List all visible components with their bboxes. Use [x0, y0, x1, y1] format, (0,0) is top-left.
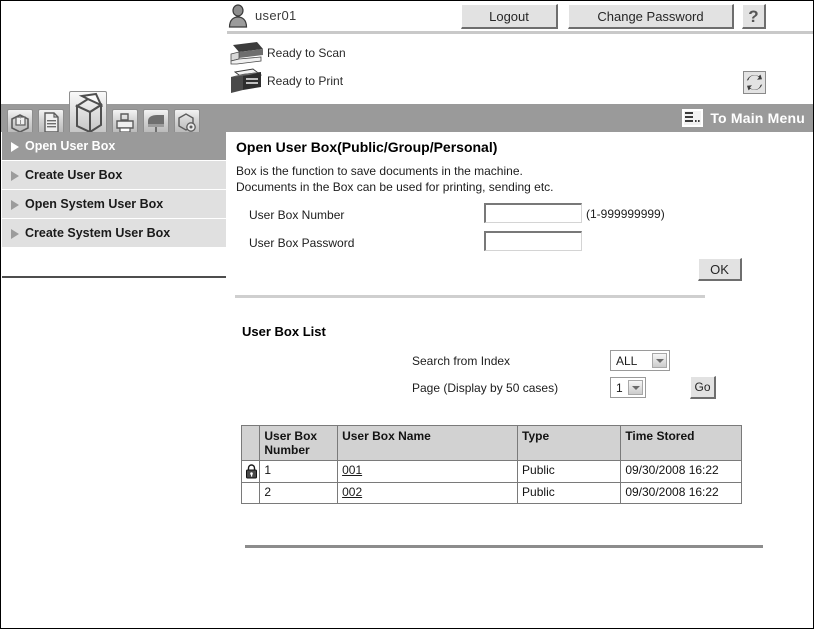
- chevron-right-icon: [11, 200, 19, 210]
- sidebar-item-label: Create System User Box: [25, 226, 171, 240]
- table-header-row: User Box Number User Box Name Type Time …: [240, 425, 742, 461]
- user-box-list-title: User Box List: [242, 324, 326, 339]
- column-time-stored: Time Stored: [620, 425, 742, 461]
- row-name-cell: 001: [337, 460, 519, 483]
- column-lock: [240, 425, 261, 461]
- help-button[interactable]: ?: [742, 4, 766, 29]
- row-time-stored: 09/30/2008 16:22: [620, 460, 742, 483]
- row-lock-cell: [240, 460, 261, 483]
- row-number: 1: [259, 460, 339, 483]
- sidebar-item-label: Open User Box: [25, 139, 116, 153]
- to-main-menu-button[interactable]: To Main Menu: [682, 107, 805, 129]
- user-name: user01: [255, 8, 297, 23]
- scanner-icon: [227, 40, 269, 66]
- page-value: 1: [616, 380, 623, 395]
- row-name-cell: 002: [337, 482, 519, 504]
- form-row-userbox-number: User Box Number (1-999999999): [227, 202, 813, 230]
- column-userbox-number-line1: User Box: [264, 429, 318, 443]
- userbox-number-label: User Box Number: [249, 208, 345, 222]
- status-text-scan: Ready to Scan: [267, 46, 346, 60]
- tab-box[interactable]: [69, 91, 107, 136]
- page-title: Open User Box(Public/Group/Personal): [236, 139, 498, 155]
- sidebar-item-create-user-box[interactable]: Create User Box: [2, 161, 226, 190]
- user-bar: user01 Logout Change Password ?: [227, 2, 813, 32]
- userbox-number-hint: (1-999999999): [586, 207, 665, 221]
- userbox-number-input[interactable]: [484, 203, 582, 223]
- page-select[interactable]: 1: [610, 377, 646, 398]
- open-box-form: User Box Number (1-999999999) User Box P…: [227, 202, 813, 258]
- row-lock-cell: [240, 482, 261, 504]
- row-type: Public: [517, 482, 622, 504]
- row-time-stored: 09/30/2008 16:22: [620, 482, 742, 504]
- status-row-print: Ready to Print: [227, 67, 627, 95]
- user-icon: [227, 4, 249, 28]
- form-divider: [235, 295, 705, 298]
- top-header: user01 Logout Change Password ? Ready to…: [1, 1, 813, 94]
- chevron-down-icon: [652, 353, 667, 368]
- sidebar: Open User Box Create User Box Open Syste…: [2, 132, 226, 278]
- printer-icon: [227, 68, 269, 94]
- column-userbox-name: User Box Name: [337, 425, 519, 461]
- browser-page: user01 Logout Change Password ? Ready to…: [0, 0, 814, 629]
- bottom-divider: [245, 545, 763, 548]
- column-userbox-number-line2: Number: [264, 443, 310, 457]
- page-label: Page (Display by 50 cases): [412, 381, 559, 395]
- page-description-line2: Documents in the Box can be used for pri…: [236, 180, 554, 194]
- form-row-userbox-password: User Box Password: [227, 230, 813, 258]
- column-type: Type: [517, 425, 622, 461]
- sidebar-item-label: Open System User Box: [25, 197, 164, 211]
- column-userbox-number: User Box Number: [259, 425, 339, 461]
- sidebar-item-label: Create User Box: [25, 168, 123, 182]
- status-block: Ready to Scan Ready to Print: [227, 39, 627, 95]
- sidebar-item-create-system-user-box[interactable]: Create System User Box: [2, 219, 226, 248]
- sidebar-item-open-user-box[interactable]: Open User Box: [2, 132, 226, 161]
- search-from-index-select[interactable]: ALL: [610, 350, 670, 371]
- ok-button[interactable]: OK: [698, 258, 742, 281]
- chevron-right-icon: [11, 171, 19, 181]
- header-divider: [227, 31, 813, 34]
- main-menu-icon: [682, 109, 704, 127]
- user-box-table: User Box Number User Box Name Type Time …: [240, 425, 742, 504]
- userbox-password-input[interactable]: [484, 231, 582, 251]
- chevron-right-icon: [11, 142, 19, 152]
- sidebar-item-open-system-user-box[interactable]: Open System User Box: [2, 190, 226, 219]
- page-description-line1: Box is the function to save documents in…: [236, 164, 523, 178]
- page-description: Box is the function to save documents in…: [236, 163, 554, 195]
- search-from-index-value: ALL: [616, 353, 638, 368]
- logout-button[interactable]: Logout: [461, 4, 558, 29]
- row-number: 2: [259, 482, 339, 504]
- table-row: 2 002 Public 09/30/2008 16:22: [240, 482, 742, 504]
- userbox-name-link[interactable]: 002: [342, 485, 362, 499]
- chevron-right-icon: [11, 229, 19, 239]
- userbox-name-link[interactable]: 001: [342, 463, 362, 477]
- table-row: 1 001 Public 09/30/2008 16:22: [240, 460, 742, 483]
- refresh-icon[interactable]: [743, 71, 766, 94]
- to-main-menu-label: To Main Menu: [710, 110, 805, 126]
- row-type: Public: [517, 460, 622, 483]
- status-text-print: Ready to Print: [267, 74, 344, 88]
- lock-icon: [244, 464, 258, 479]
- status-row-scan: Ready to Scan: [227, 39, 627, 67]
- userbox-password-label: User Box Password: [249, 236, 355, 250]
- chevron-down-icon: [628, 380, 643, 395]
- go-button[interactable]: Go: [690, 376, 716, 399]
- search-from-index-label: Search from Index: [412, 354, 511, 368]
- sidebar-filler: [2, 248, 226, 276]
- change-password-button[interactable]: Change Password: [568, 4, 734, 29]
